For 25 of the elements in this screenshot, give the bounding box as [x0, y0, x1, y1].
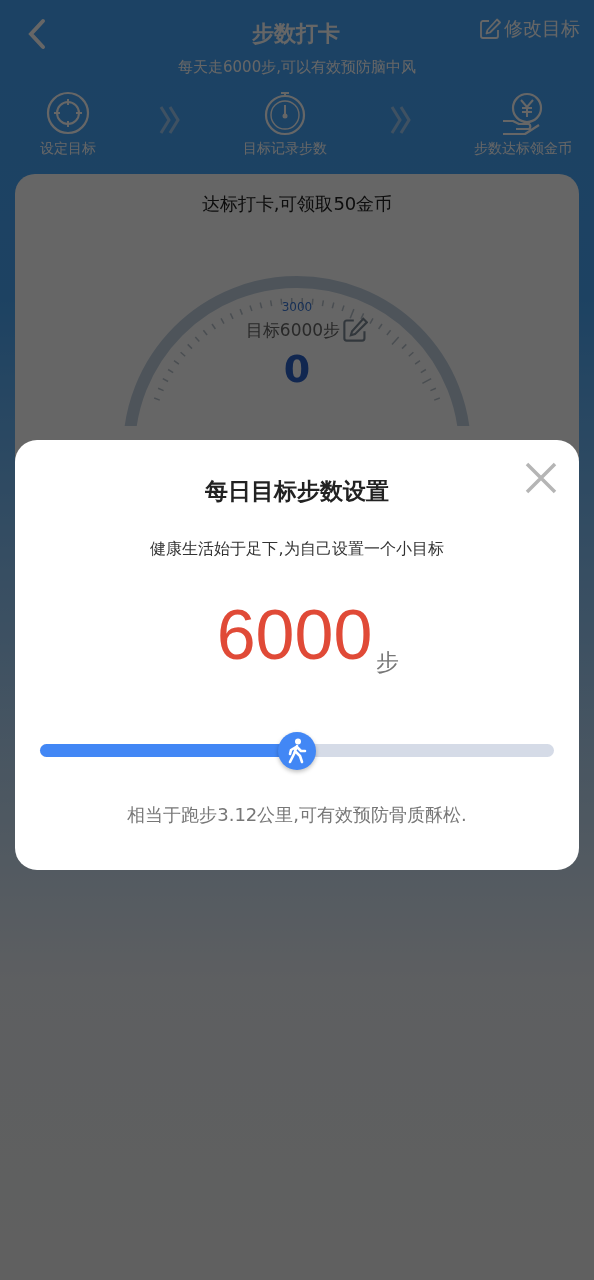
coin-in-hand-icon: [501, 91, 545, 137]
goal-value: 6000: [216, 600, 373, 670]
double-chevron-icon: [157, 105, 182, 135]
goal-text: 目标6000步: [245, 318, 341, 342]
edit-icon[interactable]: [342, 317, 369, 343]
step-slider[interactable]: [40, 732, 554, 769]
card-title: 达标打卡,可领取50金币: [200, 192, 394, 216]
subtitle-text: 每天走6000步,可以有效预防脑中风: [177, 58, 417, 77]
edit-goal-button[interactable]: 修改目标: [479, 16, 580, 42]
step-label: 目标记录步数: [243, 140, 327, 158]
scale-label: 3000: [281, 300, 313, 314]
equivalence-note: 相当于跑步3.12公里,可有效预防骨质酥松.: [126, 803, 468, 827]
step-label: 步数达标领金币: [474, 140, 572, 158]
step-count: 0: [283, 347, 311, 391]
dialog-subtitle: 健康生活始于足下,为自己设置一个小目标: [149, 539, 445, 560]
dialog-title: 每日目标步数设置: [204, 477, 390, 506]
step-label: 设定目标: [40, 140, 96, 158]
unit-text: 步: [376, 648, 400, 677]
page-title: 步数打卡: [250, 20, 341, 48]
target-icon: [46, 91, 90, 137]
close-button[interactable]: [525, 462, 557, 494]
double-chevron-icon: [388, 105, 413, 135]
stopwatch-icon: [263, 91, 307, 137]
edit-icon: [479, 18, 501, 40]
slider-thumb[interactable]: [278, 732, 316, 770]
